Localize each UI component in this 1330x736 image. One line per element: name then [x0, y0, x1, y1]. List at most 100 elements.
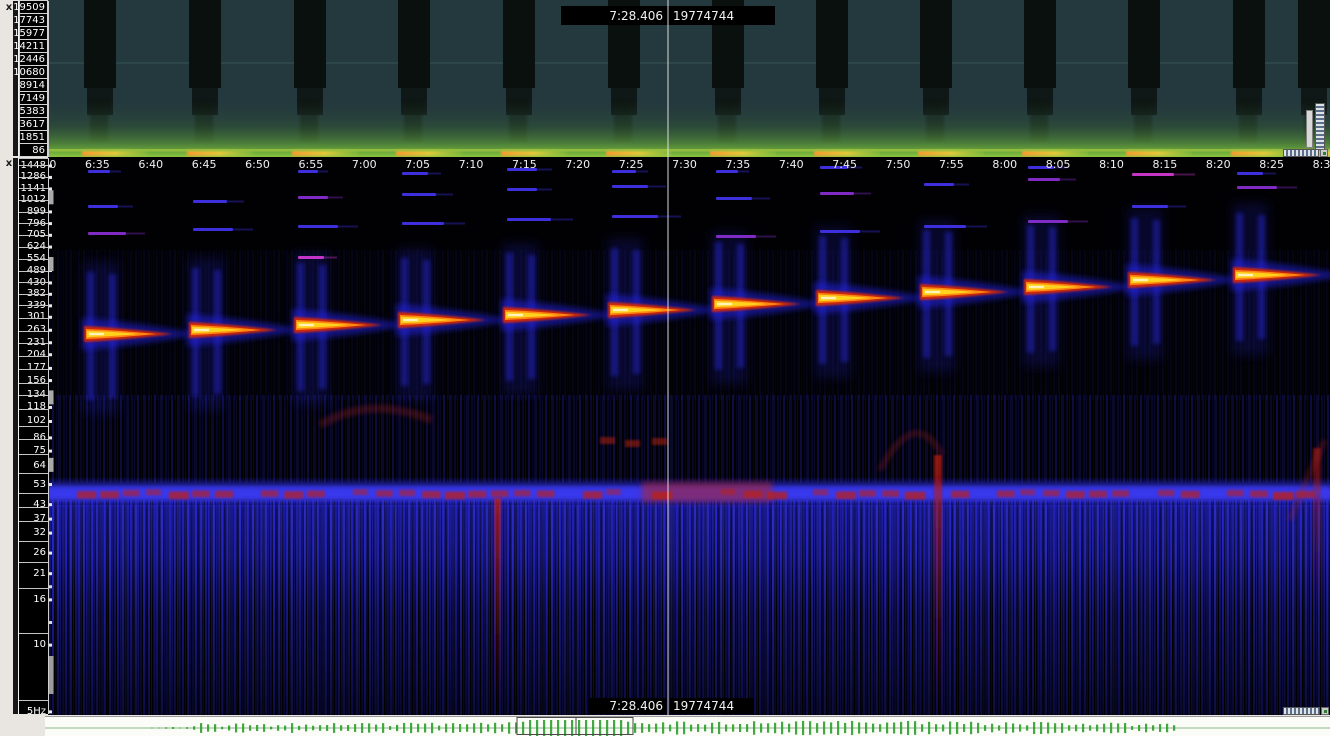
- panner-background: [45, 716, 1330, 736]
- freq-cell-border: [19, 521, 48, 522]
- octave-marker: [49, 257, 54, 271]
- event-core-hot: [403, 319, 418, 321]
- waveform-bar: [725, 724, 727, 731]
- freq-tick: [49, 187, 52, 190]
- waveform-bar: [291, 723, 293, 733]
- freq-tick: [49, 246, 52, 249]
- waveform-bar: [305, 725, 307, 732]
- event-core-hot: [1029, 286, 1044, 288]
- freq-cell-border: [19, 633, 48, 634]
- frequency-scale-top[interactable]: 1950917743159771421112446106808914714953…: [18, 1, 49, 157]
- freq-cell-border: [19, 395, 48, 396]
- waveform-bar: [599, 720, 601, 736]
- waveform-bar: [851, 721, 853, 735]
- freq-cell-border: [19, 318, 48, 319]
- horizontal-zoom-thumbwheel-top[interactable]: [1283, 149, 1319, 157]
- waveform-bar: [767, 723, 769, 732]
- close-pane-button-top[interactable]: x: [3, 2, 15, 14]
- freq-label: 10680: [19, 65, 48, 79]
- freq-tick: [49, 176, 52, 179]
- vertical-zoom-thumbwheel-top[interactable]: [1315, 103, 1325, 150]
- reset-zoom-button-top[interactable]: [1320, 149, 1328, 157]
- reset-zoom-button-bottom[interactable]: [1321, 707, 1329, 715]
- freq-label: 17743: [19, 13, 48, 27]
- freq-tick: [49, 379, 52, 382]
- waveform-bar: [340, 725, 342, 731]
- band-red-mottle: [445, 492, 465, 500]
- waveform-bar: [480, 723, 482, 733]
- waveform-bar: [795, 721, 797, 734]
- time-label: 8:15: [1153, 158, 1178, 171]
- vertical-scroll-indicator[interactable]: [1306, 110, 1313, 148]
- waveform-bar: [662, 722, 664, 733]
- time-label: 6:40: [138, 158, 163, 171]
- time-label: 7:55: [939, 158, 964, 171]
- time-label: 7:35: [726, 158, 751, 171]
- waveform-bar: [179, 728, 181, 729]
- waveform-bar: [732, 724, 734, 731]
- close-pane-button-bottom[interactable]: x: [3, 158, 15, 170]
- event-harmonic: [193, 228, 233, 231]
- waveform-bar: [382, 723, 384, 733]
- cursor-time-readout-top: 7:28.406: [563, 8, 666, 24]
- waveform-bar: [634, 723, 636, 733]
- freq-cell-border: [19, 212, 48, 213]
- band-red-mottle: [491, 490, 508, 497]
- waveform-bar: [263, 724, 265, 732]
- octave-marker: [49, 190, 54, 204]
- freq-tick: [49, 552, 52, 555]
- event-harmonic: [193, 200, 227, 203]
- freq-cell-border: [19, 294, 48, 295]
- waveform-bar: [746, 724, 748, 732]
- frequency-scale-bottom[interactable]: 1448128611411012899796705624554489430382…: [18, 158, 49, 714]
- freq-label: 10: [33, 639, 46, 651]
- freq-tick: [49, 304, 52, 307]
- event-harmonic-tail: [118, 206, 133, 208]
- band-red-mottle: [882, 490, 899, 497]
- waveform-bar: [991, 724, 993, 733]
- band-red-mottle: [1066, 491, 1085, 498]
- waveform-bar: [333, 723, 335, 733]
- waveform-bar: [543, 720, 545, 736]
- waveform-bar: [228, 726, 230, 731]
- waveform-bar: [704, 725, 706, 732]
- event-harmonic-tail: [328, 197, 343, 199]
- band-red-mottle: [836, 491, 856, 499]
- band-red-mottle: [353, 489, 368, 495]
- freq-label: 7149: [19, 91, 48, 105]
- waveform-bar: [1061, 723, 1063, 733]
- waveform-bar: [242, 723, 244, 732]
- waveform-bar: [1152, 725, 1154, 730]
- freq-cell-border: [19, 331, 48, 332]
- event-harmonic: [716, 197, 752, 200]
- freq-cell-border: [19, 177, 48, 178]
- panner-overview[interactable]: [0, 716, 1330, 736]
- freq-label: 12446: [19, 52, 48, 66]
- waveform-bar: [977, 723, 979, 733]
- band-red-mottle: [951, 491, 969, 498]
- waveform-bar: [718, 722, 720, 734]
- band-red-mottle: [606, 489, 620, 495]
- time-label: 7:30: [672, 158, 697, 171]
- waveform-bar: [655, 724, 657, 733]
- waveform-bar: [529, 720, 531, 736]
- freq-label: 204: [27, 349, 46, 361]
- freq-label: 14211: [19, 39, 48, 53]
- waveform-bar: [998, 725, 1000, 730]
- waveform-bar: [319, 725, 321, 731]
- horizontal-zoom-thumbwheel-bottom[interactable]: [1283, 707, 1320, 715]
- waveform-bar: [186, 727, 188, 729]
- time-label: 7:25: [619, 158, 644, 171]
- freq-tick: [49, 710, 52, 713]
- freq-cell-border: [19, 562, 48, 563]
- freq-cell-border: [19, 369, 48, 370]
- freq-label: 1851: [19, 130, 48, 144]
- band-red-mottle: [537, 490, 554, 497]
- waveform-bar: [396, 725, 398, 731]
- event-harmonic: [716, 235, 756, 238]
- freq-label: 53: [33, 479, 46, 491]
- main-spectrogram[interactable]: [48, 157, 1330, 715]
- spectrogram-scene[interactable]: [0, 0, 1330, 736]
- time-label: 6:45: [192, 158, 217, 171]
- waveform-bar: [172, 727, 174, 729]
